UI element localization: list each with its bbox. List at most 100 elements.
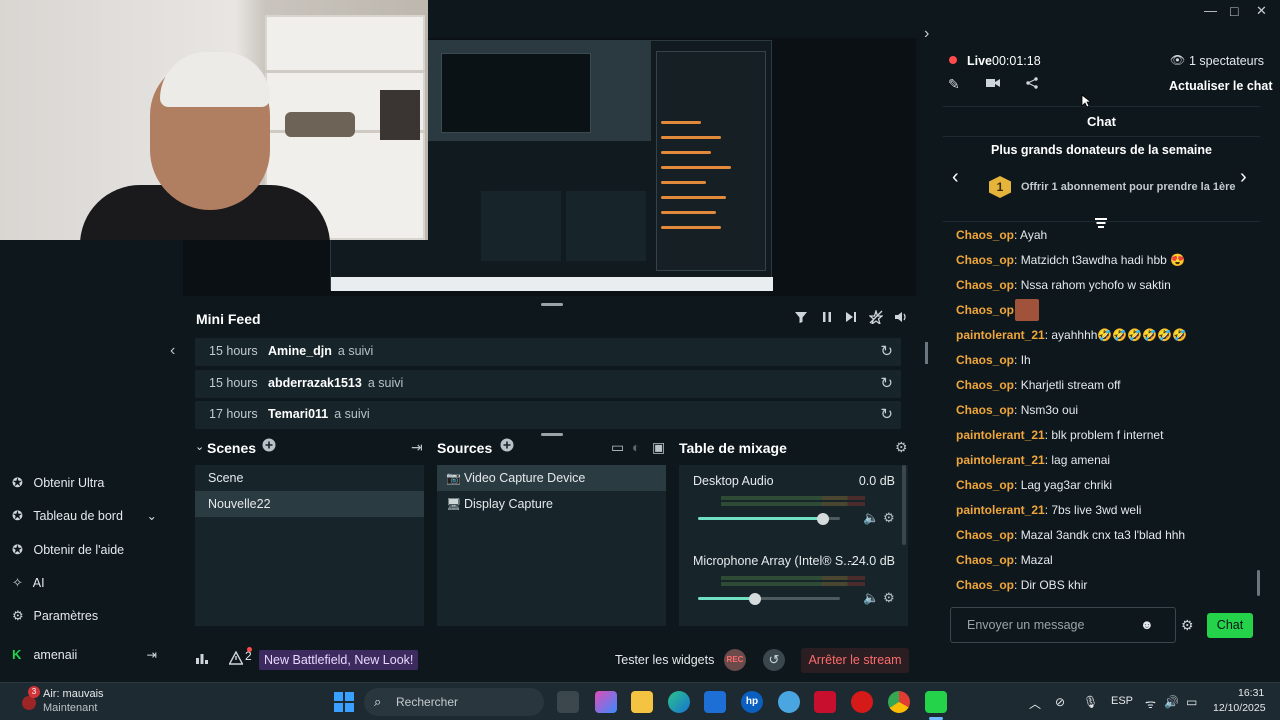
alert-icon[interactable] — [228, 650, 244, 668]
resize-handle[interactable] — [541, 433, 563, 436]
scrollbar[interactable] — [902, 465, 906, 545]
minimize-button[interactable]: — — [1204, 3, 1217, 18]
replay-buffer-icon[interactable]: ↺ — [763, 649, 785, 671]
close-button[interactable]: ✕ — [1256, 3, 1267, 19]
chat-username[interactable]: Chaos_op — [956, 303, 1014, 317]
chat-username[interactable]: paintolerant_21 — [956, 453, 1045, 467]
wifi-icon[interactable]: ᯤ — [1145, 695, 1156, 712]
mini-feed-user[interactable]: Amine_djn a suivi — [268, 344, 373, 358]
promo-badge[interactable]: New Battlefield, New Look! — [259, 650, 419, 670]
rec-button[interactable]: REC — [724, 649, 746, 671]
task-view-icon[interactable] — [557, 691, 579, 713]
hp-icon[interactable]: hp — [741, 691, 763, 713]
resize-handle[interactable] — [541, 303, 563, 306]
nav-ultra[interactable]: ✪ Obtenir Ultra — [12, 475, 104, 491]
chat-username[interactable]: Chaos_op — [956, 403, 1014, 417]
volume-slider-knob[interactable] — [816, 513, 829, 525]
chat-username[interactable]: Chaos_op — [956, 553, 1014, 567]
prev-icon[interactable]: ‹ — [952, 166, 959, 189]
chat-username[interactable]: paintolerant_21 — [956, 503, 1045, 517]
mixer-settings-icon[interactable]: ⚙ — [895, 439, 908, 456]
speaker-icon[interactable]: 🔈 — [863, 590, 879, 606]
network-off-icon[interactable]: ⊘ — [1055, 695, 1065, 709]
mini-feed-user[interactable]: Temari011 a suivi — [268, 407, 370, 421]
chat-username[interactable]: Chaos_op — [956, 578, 1014, 592]
mcafee-icon[interactable] — [814, 691, 836, 713]
studio-mode-icon[interactable]: ▭ — [611, 439, 624, 456]
maximize-button[interactable]: □ — [1230, 3, 1238, 19]
chat-username[interactable]: Chaos_op — [956, 253, 1014, 267]
edit-icon[interactable]: ✎ — [948, 76, 960, 93]
speaker-icon[interactable]: 🔈 — [863, 510, 879, 526]
mini-feed-username[interactable]: Temari011 — [268, 407, 328, 421]
edge-icon[interactable] — [668, 691, 690, 713]
share-icon[interactable] — [1026, 77, 1038, 92]
scene-transitions-icon[interactable]: ⇥ — [411, 439, 423, 456]
windows-start-icon[interactable] — [334, 692, 354, 715]
nav-settings[interactable]: ⚙ Paramètres — [12, 608, 98, 624]
stop-stream-button[interactable]: Arrêter le stream — [801, 648, 909, 673]
nav-ai[interactable]: ✧ AI — [12, 575, 45, 591]
chat-send-button[interactable]: Chat — [1207, 613, 1253, 638]
mini-feed-username[interactable]: abderrazak1513 — [268, 376, 362, 390]
chat-username[interactable]: paintolerant_21 — [956, 428, 1045, 442]
add-folder-icon[interactable]: ▣ — [652, 439, 665, 456]
collapse-left-icon[interactable]: ‹ — [170, 342, 175, 360]
chat-username[interactable]: paintolerant_21 — [956, 328, 1045, 342]
clock-time[interactable]: 16:31 — [1238, 687, 1264, 699]
source-item[interactable]: 📷 Video Capture Device — [437, 465, 666, 491]
audio-filter-icon[interactable]: ◐ — [632, 439, 640, 455]
clock-date[interactable]: 12/10/2025 — [1213, 702, 1266, 714]
volume-slider-knob[interactable] — [748, 593, 761, 605]
gear-icon[interactable]: ⚙ — [883, 590, 895, 606]
nav-user[interactable]: K amenaii ⇥ — [12, 647, 157, 662]
mute-alerts-icon[interactable] — [868, 308, 884, 327]
speaker-icon[interactable]: 🔊 — [1164, 695, 1179, 709]
scene-item[interactable]: Nouvelle22 — [195, 491, 424, 517]
test-widgets-link[interactable]: Tester les widgets — [615, 653, 714, 667]
stats-icon[interactable] — [195, 651, 209, 668]
scrollbar[interactable] — [925, 342, 928, 364]
nav-dashboard[interactable]: ✪ Tableau de bord ⌄ — [12, 508, 157, 524]
add-source-icon[interactable] — [500, 438, 514, 455]
pause-icon[interactable] — [820, 310, 834, 327]
mini-feed-user[interactable]: abderrazak1513 a suivi — [268, 376, 403, 390]
chat-input[interactable]: Envoyer un message ☻ — [950, 607, 1176, 643]
chat-settings-icon[interactable]: ⚙ — [1181, 617, 1194, 634]
menu-icon[interactable] — [1095, 216, 1107, 231]
source-item[interactable]: 🖥 Display Capture — [437, 491, 666, 517]
refresh-chat-button[interactable]: Actualiser le chat — [1169, 79, 1273, 93]
copilot-icon[interactable] — [595, 691, 617, 713]
chat-username[interactable]: Chaos_op — [956, 478, 1014, 492]
taskbar-search[interactable]: ⌕ Rechercher — [364, 688, 544, 716]
language-indicator[interactable]: ESP — [1111, 695, 1133, 707]
opera-icon[interactable] — [851, 691, 873, 713]
volume-icon[interactable] — [894, 310, 908, 327]
replay-icon[interactable]: ↻ — [880, 342, 893, 360]
mini-feed-username[interactable]: Amine_djn — [268, 344, 332, 358]
file-explorer-icon[interactable] — [631, 691, 653, 713]
chat-username[interactable]: Chaos_op — [956, 378, 1014, 392]
store-icon[interactable] — [704, 691, 726, 713]
replay-icon[interactable]: ↻ — [880, 374, 893, 392]
microphone-icon[interactable]: 🎙 — [1083, 695, 1098, 709]
tray-chevron-icon[interactable]: ︿ — [1029, 695, 1041, 712]
streamlabs-icon[interactable] — [925, 691, 947, 713]
vpn-icon[interactable] — [778, 691, 800, 713]
collapse-arrow-icon[interactable]: ⌄ — [195, 440, 204, 453]
chat-username[interactable]: Chaos_op — [956, 353, 1014, 367]
collapse-chat-icon[interactable]: › — [924, 25, 929, 43]
logout-icon[interactable]: ⇥ — [147, 647, 157, 662]
chat-username[interactable]: Chaos_op — [956, 228, 1014, 242]
scene-item[interactable]: Scene — [195, 465, 424, 491]
gear-icon[interactable]: ⚙ — [883, 510, 895, 526]
skip-icon[interactable] — [844, 310, 858, 327]
add-scene-icon[interactable] — [262, 438, 276, 455]
filter-icon[interactable] — [794, 310, 808, 327]
chat-scrollbar[interactable] — [1257, 570, 1260, 596]
chat-username[interactable]: Chaos_op — [956, 528, 1014, 542]
chat-username[interactable]: Chaos_op — [956, 278, 1014, 292]
chrome-icon[interactable] — [888, 691, 910, 713]
video-icon[interactable] — [986, 77, 1000, 92]
emoji-icon[interactable]: ☻ — [1140, 617, 1154, 632]
